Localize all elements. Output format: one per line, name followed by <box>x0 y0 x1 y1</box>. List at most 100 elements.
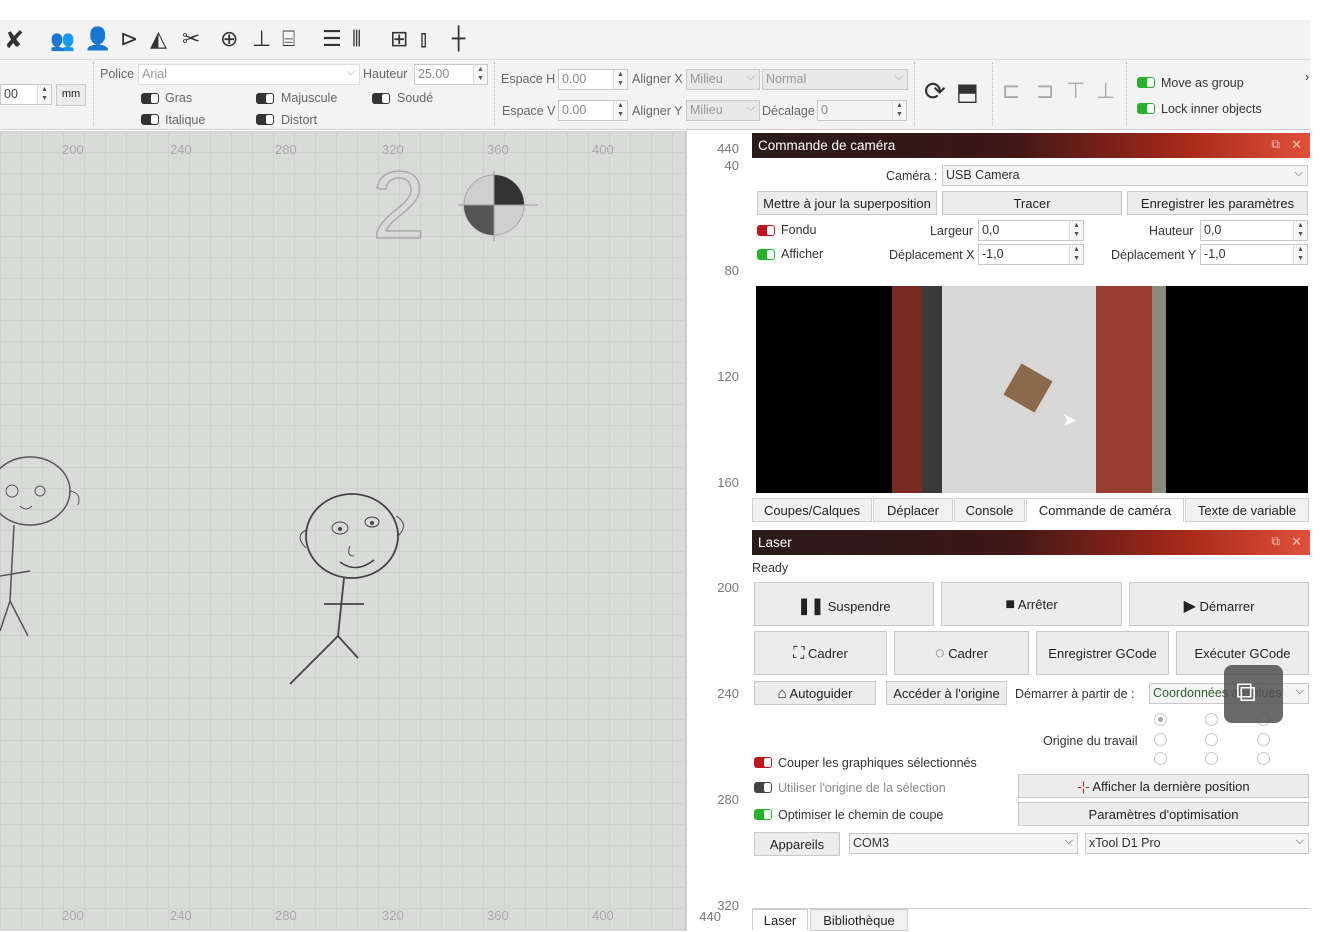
align-bottom-icon[interactable]: ⊥ <box>252 26 271 54</box>
frame-button-2[interactable]: ◌ Cadrer <box>894 631 1029 675</box>
goto-origin-button[interactable]: Accéder à l'origine <box>886 681 1007 705</box>
lock-inner-toggle[interactable] <box>1137 103 1155 114</box>
close-icon[interactable]: ✕ <box>1291 534 1302 550</box>
movey-input[interactable]: -1,0 ▲ ▼ <box>1200 244 1308 265</box>
job-origin-radio[interactable] <box>1205 713 1218 726</box>
tab-2[interactable]: Console <box>954 498 1025 522</box>
job-origin-radio[interactable] <box>1205 733 1218 746</box>
picture-in-picture-button[interactable]: ⧉ <box>1224 665 1283 723</box>
job-origin-radio[interactable] <box>1154 733 1167 746</box>
offset-label: Décalage <box>762 104 815 118</box>
canvas-tick-top: 280 <box>275 142 297 157</box>
style-select[interactable]: Normal ⌵ <box>762 69 908 90</box>
target-icon[interactable]: ⊕ <box>220 26 238 54</box>
distribute-h-icon[interactable]: ☰ <box>322 26 342 54</box>
tab-4[interactable]: Texte de variable <box>1185 498 1309 522</box>
stop-button[interactable]: ■ Arrêter <box>941 582 1122 626</box>
frame-button-1[interactable]: ⛶ Cadrer <box>754 631 887 675</box>
spinner-icon[interactable]: ▲ ▼ <box>473 65 487 84</box>
spinner-icon[interactable]: ▲ ▼ <box>37 85 51 104</box>
tab-0[interactable]: Coupes/Calques <box>752 498 872 522</box>
grid-icon[interactable]: ⊞ <box>390 26 408 54</box>
spinner-icon[interactable]: ▲ ▼ <box>1293 221 1307 240</box>
camera-panel-header: Commande de caméra ⧉ ✕ <box>752 133 1310 158</box>
job-origin-radio[interactable] <box>1205 752 1218 765</box>
spinner-icon[interactable]: ▲ ▼ <box>892 101 906 120</box>
font-select[interactable]: Arial ⌵ <box>138 64 360 85</box>
pause-button[interactable]: ❚❚ Suspendre <box>754 582 934 626</box>
more-arrow-icon[interactable]: › <box>1305 70 1309 84</box>
trace-button[interactable]: Tracer <box>942 191 1122 215</box>
close-icon[interactable]: ✕ <box>1291 137 1302 153</box>
home-button[interactable]: ⌂ Autoguider <box>754 681 876 705</box>
camera-capture-icon[interactable]: ⬒ <box>956 78 979 106</box>
devices-button[interactable]: Appareils <box>754 832 840 856</box>
work-canvas[interactable]: 200 240 280 320 360 400 200 240 280 320 360 400 2 <box>0 131 685 931</box>
cam-height-input[interactable]: 0,0 ▲ ▼ <box>1200 220 1308 241</box>
job-origin-radio[interactable] <box>1257 733 1270 746</box>
restore-window-icon[interactable]: ⧉ <box>1271 137 1280 152</box>
wrench-icon[interactable]: ✘ <box>4 26 24 54</box>
start-button[interactable]: ▶ Démarrer <box>1129 582 1309 626</box>
update-overlay-button[interactable]: Mettre à jour la superposition <box>757 191 937 215</box>
tab-1[interactable]: Déplacer <box>873 498 953 522</box>
width-input[interactable]: 0,0 ▲ ▼ <box>978 220 1084 241</box>
unit-value-input[interactable]: 00 ▲ ▼ <box>0 84 52 105</box>
weld-toggle[interactable] <box>372 93 390 104</box>
show-last-position-button[interactable]: -¦- Afficher la dernière position <box>1018 774 1309 798</box>
aligny-select[interactable]: Milieu ⌵ <box>686 100 760 121</box>
spinner-icon[interactable]: ▲ ▼ <box>613 101 627 120</box>
spinner-icon[interactable]: ▲ ▼ <box>1293 245 1307 264</box>
align-left-icon[interactable]: ⊏ <box>1002 78 1020 106</box>
show-toggle[interactable] <box>757 249 775 260</box>
spinner-icon[interactable]: ▲ ▼ <box>613 70 627 89</box>
scissors-icon[interactable]: ✂ <box>182 26 200 54</box>
use-selection-origin-toggle[interactable] <box>754 782 772 793</box>
spinner-icon[interactable]: ▲ ▼ <box>1069 245 1083 264</box>
machine-select[interactable]: xTool D1 Pro ⌵ <box>1085 833 1309 854</box>
unit-button[interactable]: mm <box>56 84 86 106</box>
align-base-icon[interactable]: ⊥ <box>1096 78 1115 106</box>
optimize-path-label: Optimiser le chemin de coupe <box>778 808 944 822</box>
distribute-v-icon[interactable]: ⫴ <box>352 26 361 54</box>
camera-rotate-icon[interactable]: ⟳ <box>924 78 946 106</box>
spinner-icon[interactable]: ▲ ▼ <box>1069 221 1083 240</box>
italic-toggle[interactable] <box>141 114 159 125</box>
job-origin-radio[interactable] <box>1257 752 1270 765</box>
triangle-flag-icon[interactable]: ⊳ <box>120 26 138 54</box>
vspace-input[interactable]: 0.00 ▲ ▼ <box>558 100 628 121</box>
height-input[interactable]: 25.00 ▲ ▼ <box>414 64 488 85</box>
ruler-tick: 80 <box>724 263 739 278</box>
users-icon[interactable]: 👥 <box>50 26 75 54</box>
measure-icon[interactable]: ⫾ <box>420 26 427 54</box>
fade-toggle[interactable] <box>757 225 775 236</box>
align-top-icon[interactable]: ⊤ <box>1066 78 1085 106</box>
offset-input[interactable]: 0 ▲ ▼ <box>817 100 907 121</box>
align-center-icon[interactable]: ⌸ <box>282 26 295 54</box>
save-params-button[interactable]: Enregistrer les paramètres <box>1127 191 1308 215</box>
alignx-select[interactable]: Milieu ⌵ <box>686 69 760 90</box>
align-hcenter-icon[interactable]: ⊐ <box>1036 78 1054 106</box>
crosshair-icon[interactable]: ┼ <box>452 26 465 54</box>
distort-toggle[interactable] <box>256 114 274 125</box>
job-origin-radio[interactable] <box>1154 752 1167 765</box>
tab-3[interactable]: Commande de caméra <box>1026 498 1184 522</box>
restore-window-icon[interactable]: ⧉ <box>1271 534 1280 549</box>
camera-select[interactable]: USB Camera ⌵ <box>942 165 1308 186</box>
optimization-params-button[interactable]: Paramètres d'optimisation <box>1018 802 1309 826</box>
hspace-input[interactable]: 0.00 ▲ ▼ <box>558 69 628 90</box>
uppercase-toggle[interactable] <box>256 93 274 104</box>
bold-toggle[interactable] <box>141 93 159 104</box>
move-group-toggle[interactable] <box>1137 77 1155 88</box>
optimize-path-toggle[interactable] <box>754 809 772 820</box>
save-gcode-button[interactable]: Enregistrer GCode <box>1036 631 1169 675</box>
user-icon[interactable]: 👤 <box>84 26 111 54</box>
cut-selected-toggle[interactable] <box>754 757 772 768</box>
port-select[interactable]: COM3 ⌵ <box>849 833 1078 854</box>
job-origin-radio[interactable] <box>1154 713 1167 726</box>
mirror-icon[interactable]: ◭ <box>150 26 167 54</box>
camera-feed[interactable]: ➤ <box>756 286 1308 493</box>
bottom-tab-1[interactable]: Bibliothèque <box>810 909 908 931</box>
bottom-tab-0[interactable]: Laser <box>752 909 808 931</box>
movex-input[interactable]: -1,0 ▲ ▼ <box>978 244 1084 265</box>
